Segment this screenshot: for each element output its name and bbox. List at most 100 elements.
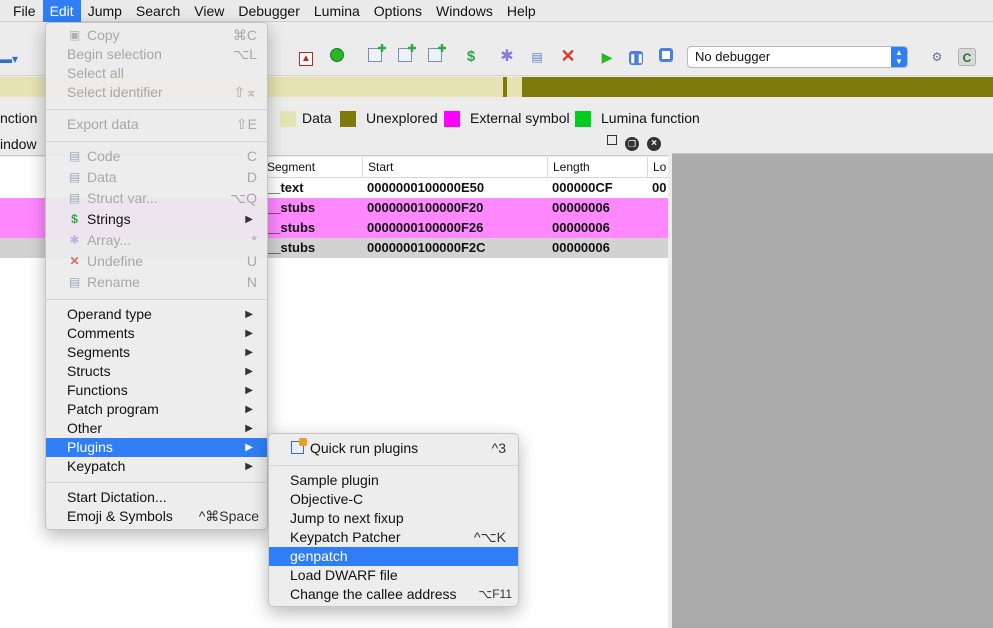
menu-separator	[46, 482, 267, 483]
edit-menu: ▣ Copy ⌘C Begin selection ⌥L Select all Se…	[45, 22, 268, 530]
submenu-arrow-icon: ▶	[245, 347, 253, 358]
column-header-segment[interactable]: Segment	[262, 157, 362, 178]
restore-icon[interactable]: ❐	[625, 137, 639, 151]
submenu-arrow-icon: ▶	[245, 328, 253, 339]
right-pane-titlebar	[672, 134, 993, 154]
menu-item-undefine[interactable]: ✕ Undefine U	[46, 252, 267, 271]
maximize-icon[interactable]	[607, 135, 617, 145]
close-icon[interactable]: ×	[647, 137, 661, 151]
cell-segment: __stubs	[266, 240, 316, 255]
menu-item-keypatch[interactable]: Keypatch ▶	[46, 457, 267, 476]
cell-segment: __stubs	[266, 200, 316, 215]
menu-item-genpatch[interactable]: genpatch	[269, 547, 518, 566]
panel-title: indow	[0, 136, 37, 152]
menu-item-strings[interactable]: $ Strings ▶	[46, 210, 267, 229]
column-header-lo[interactable]: Lo	[647, 157, 668, 178]
submenu-arrow-icon: ▶	[245, 461, 253, 472]
menu-item-array[interactable]: ✱ Array... *	[46, 231, 267, 250]
cell-length: 00000006	[552, 220, 610, 235]
right-pane	[668, 134, 993, 628]
menu-item-quick-run-plugins[interactable]: Quick run plugins ^3	[269, 438, 518, 458]
menu-item-code[interactable]: ▤ Code C	[46, 147, 267, 166]
menu-help[interactable]: Help	[500, 0, 543, 22]
cell-start: 0000000100000F26	[367, 220, 484, 235]
toolbar-dropdown-icon[interactable]: ▬▾	[0, 50, 18, 68]
cell-length: 00000006	[552, 200, 610, 215]
menu-file[interactable]: File	[6, 0, 43, 22]
legend-swatch-external	[444, 111, 460, 127]
legend-swatch-unexplored	[340, 111, 356, 127]
menu-item-rename[interactable]: ▤ Rename N	[46, 273, 267, 292]
legend-label-unexplored: Unexplored	[366, 110, 438, 126]
menu-separator	[46, 141, 267, 142]
menu-item-operand-type[interactable]: Operand type ▶	[46, 305, 267, 324]
cell-length: 00000006	[552, 240, 610, 255]
submenu-arrow-icon: ▶	[245, 214, 253, 225]
rename-icon[interactable]: ▤	[528, 48, 546, 66]
menu-item-functions[interactable]: Functions ▶	[46, 381, 267, 400]
submenu-arrow-icon: ▶	[245, 385, 253, 396]
nav-unexplored-region	[522, 77, 993, 97]
menu-windows[interactable]: Windows	[429, 0, 500, 22]
menu-item-select-identifier[interactable]: Select identifier ⇧⌅	[46, 83, 267, 102]
menu-view[interactable]: View	[187, 0, 231, 22]
menu-item-copy[interactable]: ▣ Copy ⌘C	[46, 26, 267, 45]
submenu-arrow-icon: ▶	[245, 404, 253, 415]
menu-item-plugins[interactable]: Plugins ▶	[46, 438, 267, 457]
menu-item-other[interactable]: Other ▶	[46, 419, 267, 438]
decompile-icon[interactable]: C	[958, 48, 976, 66]
menu-item-emoji-symbols[interactable]: Emoji & Symbols ^⌘Space	[46, 507, 267, 526]
make-ascii-icon[interactable]	[426, 48, 444, 66]
menu-debugger[interactable]: Debugger	[231, 0, 307, 22]
menu-search[interactable]: Search	[129, 0, 187, 22]
menu-options[interactable]: Options	[367, 0, 429, 22]
menu-item-sample-plugin[interactable]: Sample plugin	[269, 471, 518, 490]
menu-item-comments[interactable]: Comments ▶	[46, 324, 267, 343]
chevron-updown-icon: ▲ ▼	[891, 47, 907, 67]
make-data-icon[interactable]	[396, 48, 414, 66]
debugger-select[interactable]: No debugger ▲ ▼	[687, 46, 908, 68]
menu-item-segments[interactable]: Segments ▶	[46, 343, 267, 362]
stop-icon[interactable]	[657, 48, 675, 66]
plugins-submenu: Quick run plugins ^3 Sample plugin Object…	[268, 433, 519, 607]
make-array-icon[interactable]: ✱	[498, 48, 516, 66]
menu-item-start-dictation[interactable]: Start Dictation...	[46, 488, 267, 507]
submenu-arrow-icon: ▶	[245, 366, 253, 377]
menu-item-struct-var[interactable]: ▤ Struct var... ⌥Q	[46, 189, 267, 208]
menu-item-change-callee[interactable]: Change the callee address ⌥F11	[269, 585, 518, 604]
plugin-c-icon[interactable]: ⚙	[928, 48, 946, 66]
submenu-arrow-icon: ▶	[245, 442, 253, 453]
menu-item-begin-selection[interactable]: Begin selection ⌥L	[46, 45, 267, 64]
nav-marker	[503, 77, 507, 97]
menu-item-data[interactable]: ▤ Data D	[46, 168, 267, 187]
menu-item-select-all[interactable]: Select all	[46, 64, 267, 83]
menu-separator	[46, 299, 267, 300]
legend-label-data: Data	[302, 110, 332, 126]
legend-label-function: nction	[0, 110, 38, 126]
alert-icon[interactable]: ▲	[297, 48, 315, 66]
make-string-icon[interactable]: $	[462, 48, 480, 66]
make-code-icon[interactable]	[366, 48, 384, 66]
cell-length: 000000CF	[552, 180, 613, 195]
rename-icon: ▤	[68, 275, 81, 289]
undefine-icon[interactable]: ✕	[559, 47, 577, 65]
green-circle-icon[interactable]	[328, 48, 346, 66]
column-header-length[interactable]: Length	[547, 157, 647, 178]
menu-item-export-data[interactable]: Export data ⇧E	[46, 115, 267, 134]
menu-edit[interactable]: Edit	[42, 0, 81, 22]
menu-item-jump-next-fixup[interactable]: Jump to next fixup	[269, 509, 518, 528]
menu-item-patch-program[interactable]: Patch program ▶	[46, 400, 267, 419]
menu-lumina[interactable]: Lumina	[307, 0, 367, 22]
debugger-select-value: No debugger	[695, 49, 771, 64]
pause-icon[interactable]: ❚❚	[627, 48, 645, 66]
menu-item-keypatch-patcher[interactable]: Keypatch Patcher ^⌥K	[269, 528, 518, 547]
menu-jump[interactable]: Jump	[81, 0, 129, 22]
legend-swatch-lumina	[575, 111, 591, 127]
menu-item-load-dwarf[interactable]: Load DWARF file	[269, 566, 518, 585]
menu-item-objective-c[interactable]: Objective-C	[269, 490, 518, 509]
column-header-start[interactable]: Start	[362, 157, 547, 178]
undefine-icon: ✕	[69, 254, 80, 268]
menu-item-structs[interactable]: Structs ▶	[46, 362, 267, 381]
start-debug-icon[interactable]: ▶	[598, 48, 616, 66]
menu-separator	[269, 465, 518, 466]
